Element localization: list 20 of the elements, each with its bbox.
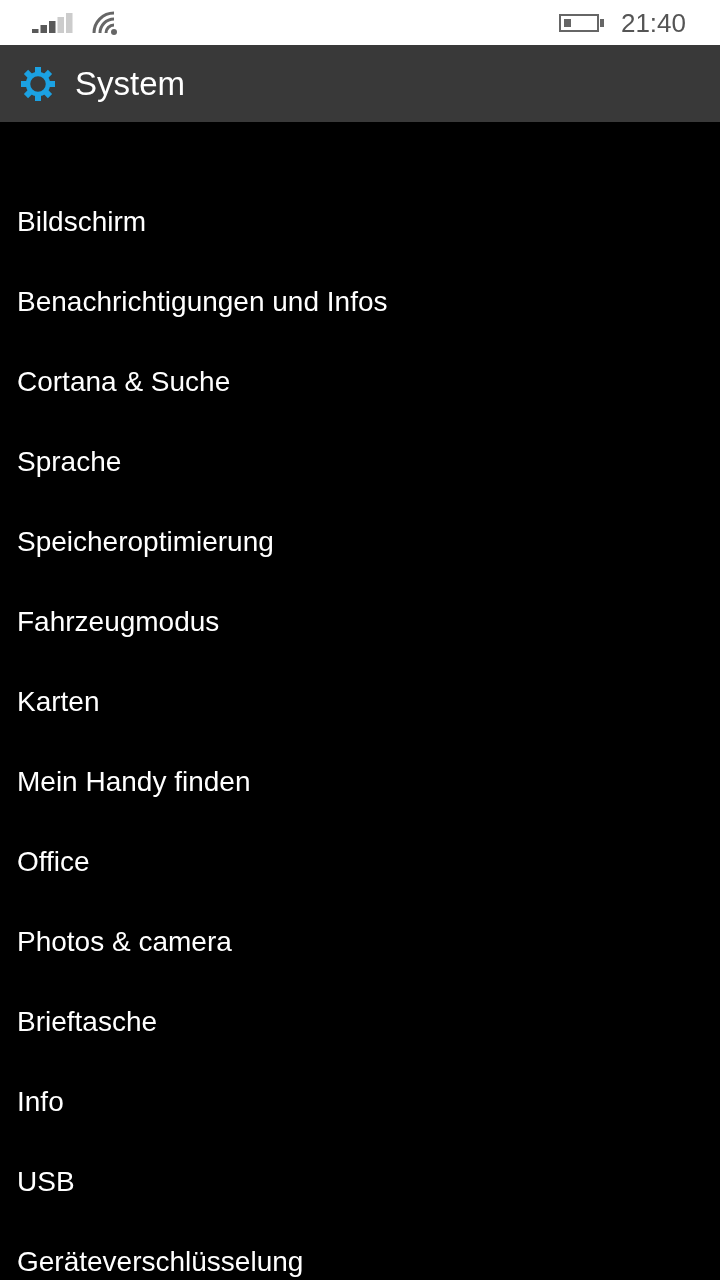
signal-icon — [32, 12, 74, 33]
settings-item[interactable]: Photos & camera — [17, 926, 232, 958]
settings-item[interactable]: Benachrichtigungen und Infos — [17, 286, 388, 318]
settings-item[interactable]: Office — [17, 846, 90, 878]
settings-item[interactable]: Fahrzeugmodus — [17, 606, 220, 638]
settings-item[interactable]: Mein Handy finden — [17, 766, 251, 798]
settings-item[interactable]: Sprache — [17, 446, 122, 478]
settings-item[interactable]: Speicheroptimierung — [17, 526, 274, 558]
page-title: System — [75, 63, 186, 104]
settings-item[interactable]: Geräteverschlüsselung — [17, 1246, 304, 1278]
clock-time: 21:40 — [620, 7, 686, 38]
settings-item[interactable]: Bildschirm — [17, 206, 147, 238]
settings-item[interactable]: Info — [17, 1086, 64, 1118]
settings-item[interactable]: Brieftasche — [17, 1006, 158, 1038]
settings-item[interactable]: USB — [17, 1166, 75, 1198]
settings-item[interactable]: Cortana & Suche — [17, 366, 231, 398]
battery-icon — [558, 13, 605, 32]
settings-icon — [20, 65, 56, 102]
settings-item[interactable]: Karten — [17, 686, 100, 718]
wifi-icon — [91, 9, 119, 36]
